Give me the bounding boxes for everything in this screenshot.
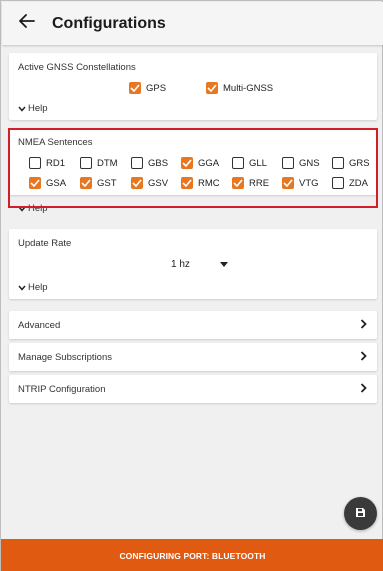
checkbox-checked-icon xyxy=(282,177,294,189)
nmea-checkbox-gst[interactable]: GST xyxy=(80,177,117,189)
checkbox-unchecked-icon xyxy=(332,157,344,169)
nmea-label: VTG xyxy=(299,177,319,189)
nmea-checkbox-gll[interactable]: GLL xyxy=(232,157,267,169)
nmea-checkbox-vtg[interactable]: VTG xyxy=(282,177,319,189)
update-rate-value: 1 hz xyxy=(171,259,190,270)
checkbox-unchecked-icon xyxy=(332,177,344,189)
chevron-down-icon xyxy=(18,206,26,212)
gnss-card: Active GNSS Constellations GPS Multi-GNS… xyxy=(9,53,377,120)
nmea-checkbox-gbs[interactable]: GBS xyxy=(131,157,168,169)
nmea-label: GST xyxy=(97,177,117,189)
ntrip-configuration-label: NTRIP Configuration xyxy=(18,383,106,395)
nmea-card: NMEA Sentences RD1 DTM GBS GGA GLL GNS G… xyxy=(9,128,377,195)
nmea-label: GRS xyxy=(349,157,370,169)
checkbox-checked-icon xyxy=(131,177,143,189)
nmea-checkbox-rd1[interactable]: RD1 xyxy=(29,157,65,169)
nmea-label: GLL xyxy=(249,157,267,169)
nmea-label: GSA xyxy=(46,177,67,189)
nmea-label: GBS xyxy=(148,157,169,169)
nmea-label: DTM xyxy=(97,157,118,169)
update-rate-title: Update Rate xyxy=(18,238,72,249)
nmea-checkbox-grs[interactable]: GRS xyxy=(332,157,370,169)
checkbox-unchecked-icon xyxy=(232,157,244,169)
multi-gnss-label: Multi-GNSS xyxy=(223,82,274,94)
arrow-left-icon xyxy=(19,14,35,33)
checkbox-unchecked-icon xyxy=(131,157,143,169)
app-bar: Configurations xyxy=(2,2,383,45)
chevron-down-icon xyxy=(18,106,26,112)
manage-subscriptions-label: Manage Subscriptions xyxy=(18,351,112,363)
port-status-footer: CONFIGURING PORT: BLUETOOTH xyxy=(1,539,383,571)
checkbox-checked-icon xyxy=(80,177,92,189)
nmea-checkbox-zda[interactable]: ZDA xyxy=(332,177,368,189)
app-frame: Configurations Active GNSS Constellation… xyxy=(0,0,383,571)
port-status-text: CONFIGURING PORT: BLUETOOTH xyxy=(119,550,266,561)
checkbox-checked-icon xyxy=(232,177,244,189)
nmea-title: NMEA Sentences xyxy=(18,137,93,148)
update-rate-select[interactable]: 1 hz xyxy=(171,259,228,270)
ntrip-configuration-row[interactable]: NTRIP Configuration xyxy=(9,375,377,403)
checkbox-unchecked-icon xyxy=(282,157,294,169)
gnss-title: Active GNSS Constellations xyxy=(18,62,136,73)
multi-gnss-checkbox[interactable]: Multi-GNSS xyxy=(206,82,273,94)
nmea-checkbox-dtm[interactable]: DTM xyxy=(80,157,118,169)
nmea-label: GGA xyxy=(198,157,220,169)
checkbox-checked-icon xyxy=(181,157,193,169)
checkbox-checked-icon xyxy=(206,82,218,94)
help-label: Help xyxy=(28,103,48,114)
checkbox-unchecked-icon xyxy=(80,157,92,169)
nmea-checkbox-rre[interactable]: RRE xyxy=(232,177,269,189)
chevron-right-icon xyxy=(360,380,367,398)
save-button[interactable] xyxy=(344,497,377,530)
update-rate-card: Update Rate 1 hz Help xyxy=(9,229,377,299)
nmea-help-toggle[interactable]: Help xyxy=(18,203,48,214)
nmea-checkbox-gga[interactable]: GGA xyxy=(181,157,219,169)
back-button[interactable] xyxy=(10,2,44,45)
caret-down-icon xyxy=(219,262,228,267)
checkbox-checked-icon xyxy=(129,82,141,94)
help-label: Help xyxy=(28,282,48,293)
nmea-checkbox-gsa[interactable]: GSA xyxy=(29,177,66,189)
checkbox-checked-icon xyxy=(181,177,193,189)
nmea-checkbox-rmc[interactable]: RMC xyxy=(181,177,220,189)
save-icon xyxy=(355,505,366,523)
manage-subscriptions-row[interactable]: Manage Subscriptions xyxy=(9,343,377,371)
page-title: Configurations xyxy=(52,14,166,32)
chevron-down-icon xyxy=(18,285,26,291)
nmea-label: RD1 xyxy=(46,157,66,169)
checkbox-unchecked-icon xyxy=(29,157,41,169)
nmea-checkbox-gns[interactable]: GNS xyxy=(282,157,320,169)
advanced-label: Advanced xyxy=(18,319,61,331)
nmea-checkbox-gsv[interactable]: GSV xyxy=(131,177,168,189)
nmea-label: GSV xyxy=(148,177,169,189)
advanced-row[interactable]: Advanced xyxy=(9,311,377,339)
gnss-help-toggle[interactable]: Help xyxy=(18,103,48,114)
checkbox-checked-icon xyxy=(29,177,41,189)
gps-checkbox[interactable]: GPS xyxy=(129,82,166,94)
gps-label: GPS xyxy=(146,82,167,94)
chevron-right-icon xyxy=(360,348,367,366)
help-label: Help xyxy=(28,203,48,214)
nmea-label: RMC xyxy=(198,177,220,189)
nmea-label: GNS xyxy=(299,157,320,169)
nmea-label: ZDA xyxy=(349,177,368,189)
chevron-right-icon xyxy=(360,316,367,334)
nmea-label: RRE xyxy=(249,177,270,189)
update-rate-help-toggle[interactable]: Help xyxy=(18,282,48,293)
